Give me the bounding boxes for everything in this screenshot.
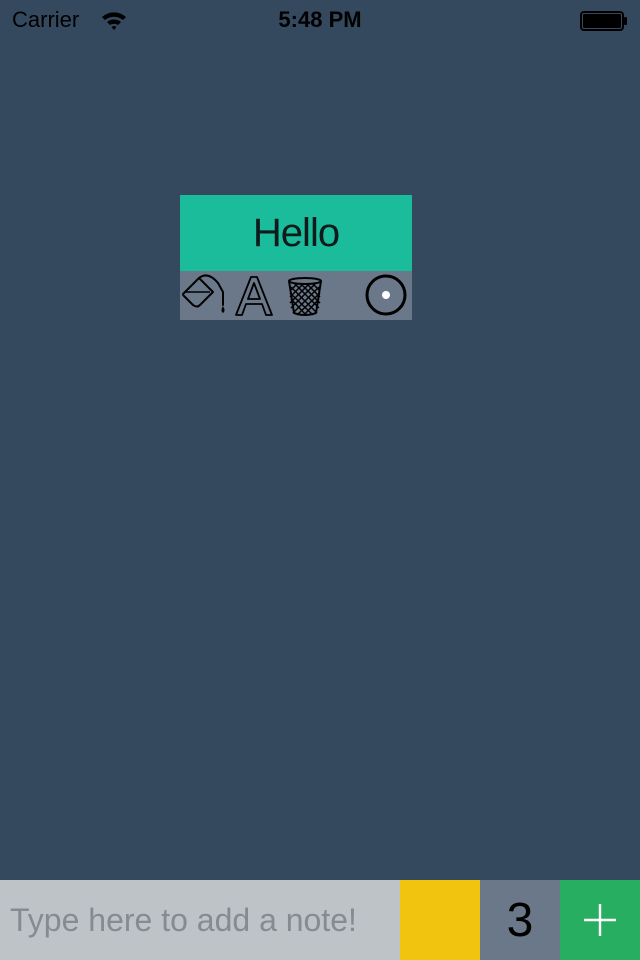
color-picker-button[interactable] xyxy=(400,880,480,960)
status-bar: Carrier 5:48 PM xyxy=(0,0,640,40)
plus-icon xyxy=(584,904,616,936)
note-toolbar xyxy=(180,271,412,320)
note-text[interactable]: Hello xyxy=(253,211,340,256)
battery-icon xyxy=(580,11,627,31)
input-bar: 3 xyxy=(0,880,640,960)
note-body[interactable]: Hello xyxy=(180,195,412,271)
app-screen: Carrier 5:48 PM Hello Type here to add a… xyxy=(0,0,640,960)
paint-bucket-icon[interactable] xyxy=(180,273,228,318)
font-icon[interactable] xyxy=(234,273,274,318)
note-card[interactable]: Hello xyxy=(180,195,412,320)
note-count: 3 xyxy=(480,880,560,960)
trash-icon[interactable] xyxy=(284,273,326,318)
add-note-button[interactable] xyxy=(560,880,640,960)
status-time: 5:48 PM xyxy=(278,7,362,32)
note-input[interactable] xyxy=(0,880,400,960)
drag-handle-icon[interactable] xyxy=(364,273,410,318)
